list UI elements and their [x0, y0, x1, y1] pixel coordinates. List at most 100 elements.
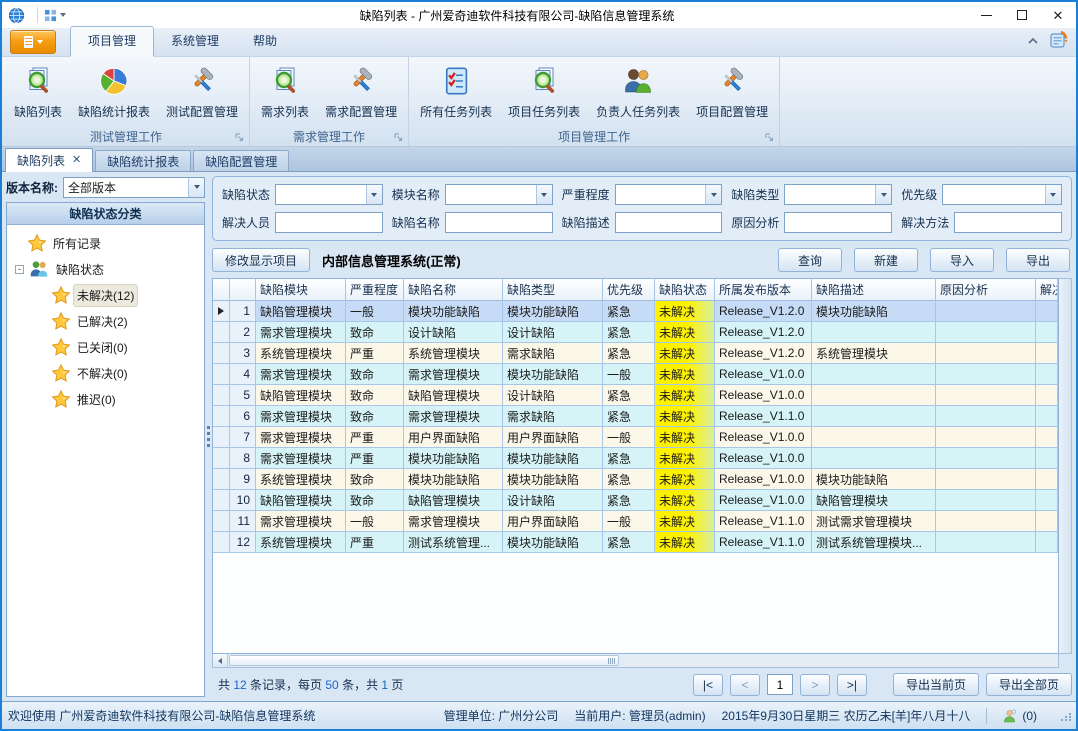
cell-缺陷模块[interactable]: 需求管理模块	[256, 322, 346, 343]
cell-严重程度[interactable]: 严重	[346, 532, 404, 553]
cell-缺陷描述[interactable]: 模块功能缺陷	[812, 301, 936, 322]
cell-优先级[interactable]: 紧急	[603, 532, 655, 553]
cell-所属发布版本[interactable]: Release_V1.0.0	[715, 469, 812, 490]
cell-缺陷类型[interactable]: 模块功能缺陷	[503, 364, 603, 385]
tree-item-已关闭(0)[interactable]: 已关闭(0)	[11, 334, 202, 360]
column-header-原因分析[interactable]: 原因分析	[936, 279, 1036, 301]
cell-所属发布版本[interactable]: Release_V1.1.0	[715, 511, 812, 532]
cell-缺陷模块[interactable]: 系统管理模块	[256, 532, 346, 553]
cell-所属发布版本[interactable]: Release_V1.1.0	[715, 532, 812, 553]
vertical-scrollbar[interactable]	[1059, 278, 1072, 654]
cell-缺陷描述[interactable]: 测试系统管理模块...	[812, 532, 936, 553]
status-badge[interactable]: 未解决	[655, 511, 715, 532]
cell-所属发布版本[interactable]: Release_V1.0.0	[715, 427, 812, 448]
cell-严重程度[interactable]: 一般	[346, 301, 404, 322]
cell-严重程度[interactable]: 严重	[346, 448, 404, 469]
cell-所属发布版本[interactable]: Release_V1.0.0	[715, 490, 812, 511]
cell-缺陷模块[interactable]: 缺陷管理模块	[256, 490, 346, 511]
row-selector-cell[interactable]	[213, 490, 230, 511]
table-row[interactable]: 5缺陷管理模块致命缺陷管理模块设计缺陷紧急未解决Release_V1.0.0	[213, 385, 1058, 406]
filter-input-原因分析[interactable]	[784, 212, 892, 233]
dropdown-button[interactable]	[705, 185, 721, 204]
filter-input-解决人员[interactable]	[275, 212, 383, 233]
cell-缺陷模块[interactable]: 需求管理模块	[256, 427, 346, 448]
cell-优先级[interactable]: 紧急	[603, 469, 655, 490]
last-page-button[interactable]: >|	[837, 674, 867, 696]
cell-原因分析[interactable]	[936, 490, 1036, 511]
cell-缺陷类型[interactable]: 需求缺陷	[503, 406, 603, 427]
column-header-缺陷名称[interactable]: 缺陷名称	[404, 279, 503, 301]
column-header-严重程度[interactable]: 严重程度	[346, 279, 404, 301]
table-row[interactable]: 2需求管理模块致命设计缺陷设计缺陷紧急未解决Release_V1.2.0	[213, 322, 1058, 343]
cell-原因分析[interactable]	[936, 427, 1036, 448]
row-number-cell[interactable]: 5	[230, 385, 256, 406]
cell-缺陷类型[interactable]: 模块功能缺陷	[503, 532, 603, 553]
status-badge[interactable]: 未解决	[655, 469, 715, 490]
cell-优先级[interactable]: 紧急	[603, 385, 655, 406]
column-header-优先级[interactable]: 优先级	[603, 279, 655, 301]
cell-缺陷类型[interactable]: 模块功能缺陷	[503, 448, 603, 469]
table-row[interactable]: 8需求管理模块严重模块功能缺陷模块功能缺陷紧急未解决Release_V1.0.0	[213, 448, 1058, 469]
cell-解决方法[interactable]	[1036, 364, 1058, 385]
export-all-pages-button[interactable]: 导出全部页	[986, 673, 1072, 696]
cell-所属发布版本[interactable]: Release_V1.2.0	[715, 322, 812, 343]
cell-解决方法[interactable]	[1036, 490, 1058, 511]
cell-缺陷描述[interactable]	[812, 427, 936, 448]
horizontal-scrollbar[interactable]	[212, 654, 1059, 668]
row-number-cell[interactable]: 2	[230, 322, 256, 343]
maximize-button[interactable]	[1004, 2, 1040, 28]
cell-缺陷名称[interactable]: 模块功能缺陷	[404, 301, 503, 322]
filter-select-严重程度[interactable]	[615, 184, 723, 205]
cell-严重程度[interactable]: 致命	[346, 469, 404, 490]
cell-所属发布版本[interactable]: Release_V1.0.0	[715, 364, 812, 385]
row-number-cell[interactable]: 1	[230, 301, 256, 322]
row-number-cell[interactable]: 7	[230, 427, 256, 448]
cell-所属发布版本[interactable]: Release_V1.0.0	[715, 385, 812, 406]
cell-解决方法[interactable]	[1036, 406, 1058, 427]
cell-缺陷描述[interactable]: 模块功能缺陷	[812, 469, 936, 490]
status-badge[interactable]: 未解决	[655, 301, 715, 322]
next-page-button[interactable]: >	[800, 674, 830, 696]
dropdown-button[interactable]	[875, 185, 891, 204]
ribbon-button-负责人任务列表[interactable]: 负责人任务列表	[588, 61, 688, 123]
row-selector-cell[interactable]	[213, 385, 230, 406]
resize-grip[interactable]	[1061, 713, 1072, 721]
row-selector-cell[interactable]	[213, 511, 230, 532]
version-select[interactable]: 全部版本	[63, 177, 205, 198]
cell-解决方法[interactable]	[1036, 469, 1058, 490]
status-badge[interactable]: 未解决	[655, 532, 715, 553]
cell-严重程度[interactable]: 致命	[346, 385, 404, 406]
ribbon-button-需求列表[interactable]: 需求列表	[253, 61, 317, 123]
column-header-缺陷模块[interactable]: 缺陷模块	[256, 279, 346, 301]
about-icon[interactable]	[1049, 30, 1068, 52]
ribbon-tab-帮助[interactable]: 帮助	[236, 27, 294, 56]
cell-解决方法[interactable]	[1036, 448, 1058, 469]
cell-缺陷描述[interactable]	[812, 385, 936, 406]
cell-所属发布版本[interactable]: Release_V1.2.0	[715, 343, 812, 364]
cell-所属发布版本[interactable]: Release_V1.2.0	[715, 301, 812, 322]
cell-解决方法[interactable]	[1036, 301, 1058, 322]
row-selector-cell[interactable]	[213, 448, 230, 469]
ribbon-tab-系统管理[interactable]: 系统管理	[154, 27, 236, 56]
filter-input-解决方法[interactable]	[954, 212, 1062, 233]
ribbon-button-项目配置管理[interactable]: 项目配置管理	[688, 61, 776, 123]
cell-严重程度[interactable]: 致命	[346, 490, 404, 511]
table-row[interactable]: 3系统管理模块严重系统管理模块需求缺陷紧急未解决Release_V1.2.0系统…	[213, 343, 1058, 364]
cell-缺陷模块[interactable]: 需求管理模块	[256, 511, 346, 532]
scrollbar-track[interactable]	[228, 654, 1058, 667]
status-badge[interactable]: 未解决	[655, 385, 715, 406]
doc-tab-缺陷配置管理[interactable]: 缺陷配置管理	[193, 150, 289, 171]
doc-tab-缺陷列表[interactable]: 缺陷列表✕	[5, 148, 93, 172]
cell-解决方法[interactable]	[1036, 511, 1058, 532]
cell-缺陷名称[interactable]: 测试系统管理...	[404, 532, 503, 553]
cell-原因分析[interactable]	[936, 385, 1036, 406]
table-row[interactable]: 6需求管理模块致命需求管理模块需求缺陷紧急未解决Release_V1.1.0	[213, 406, 1058, 427]
collapse-ribbon-button[interactable]	[1027, 34, 1039, 48]
column-header-解决方法[interactable]: 解决方法	[1036, 279, 1058, 301]
cell-缺陷模块[interactable]: 系统管理模块	[256, 469, 346, 490]
status-badge[interactable]: 未解决	[655, 448, 715, 469]
filter-select-模块名称[interactable]	[445, 184, 553, 205]
table-row[interactable]: 4需求管理模块致命需求管理模块模块功能缺陷一般未解决Release_V1.0.0	[213, 364, 1058, 385]
table-row[interactable]: 11需求管理模块一般需求管理模块用户界面缺陷一般未解决Release_V1.1.…	[213, 511, 1058, 532]
cell-缺陷描述[interactable]: 测试需求管理模块	[812, 511, 936, 532]
